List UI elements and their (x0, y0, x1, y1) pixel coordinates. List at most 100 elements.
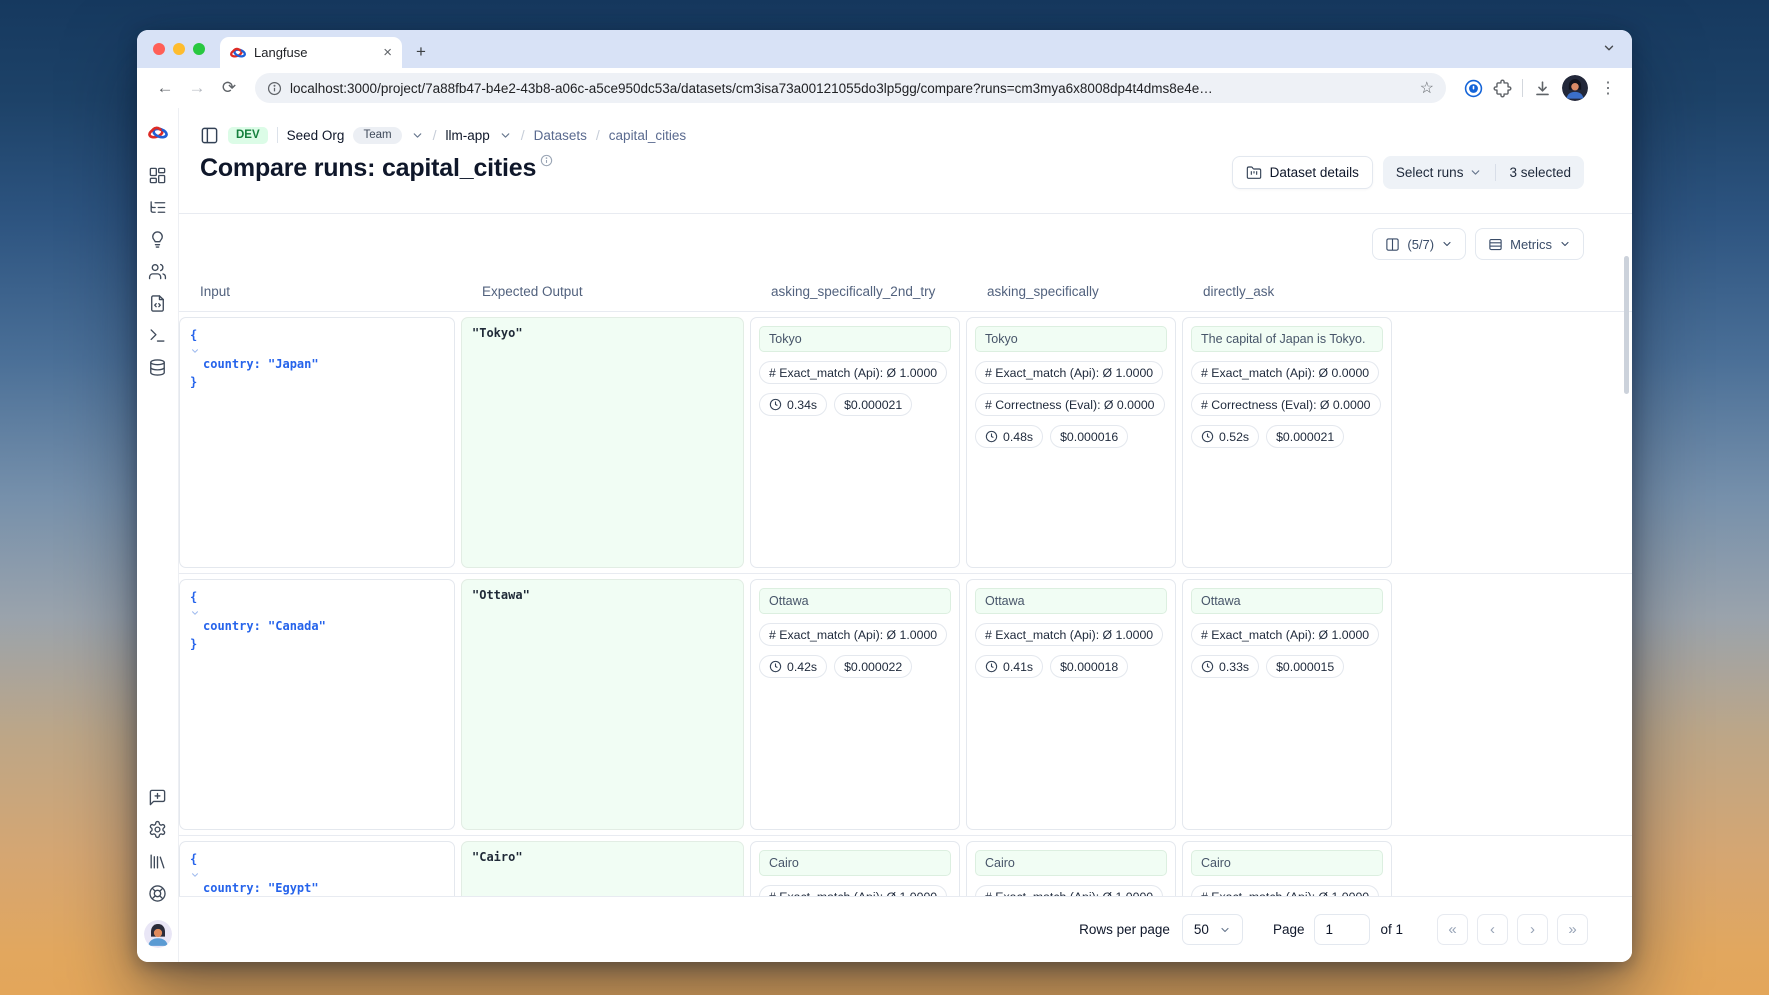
sidebar-item-settings[interactable] (145, 816, 171, 842)
folder-icon (1246, 165, 1262, 181)
column-header-input: Input (200, 284, 476, 299)
breadcrumb-org[interactable]: Seed Org (287, 128, 345, 143)
bookmark-star-icon[interactable]: ☆ (1420, 78, 1434, 98)
sidebar-item-support[interactable] (145, 880, 171, 906)
sidebar-item-feedback[interactable] (145, 784, 171, 810)
latency-badge: 0.41s (975, 655, 1043, 678)
score-badge: # Correctness (Eval): Ø 0.0000 (975, 393, 1165, 416)
table-row: { country: "Canada" } "Ottawa" Ottawa # … (179, 574, 1632, 836)
back-icon[interactable]: ← (151, 74, 179, 102)
run-cell[interactable]: Tokyo # Exact_match (Api): Ø 1.0000 # Co… (966, 317, 1176, 568)
sidebar-item-dashboard[interactable] (145, 162, 171, 188)
reload-icon[interactable]: ⟳ (215, 74, 243, 102)
prev-page-button[interactable]: ‹ (1477, 914, 1508, 945)
header-actions: Dataset details Select runs (1232, 156, 1584, 189)
breadcrumb-project[interactable]: llm-app (445, 128, 489, 143)
forward-icon[interactable]: → (183, 74, 211, 102)
select-runs-chevron-icon (1469, 166, 1482, 179)
cost-badge: $0.000015 (1266, 655, 1344, 678)
langfuse-logo-icon[interactable] (145, 120, 171, 146)
run-output: Cairo (1191, 850, 1383, 876)
score-badge: # Exact_match (Api): Ø 1.0000 (975, 623, 1163, 646)
last-page-button[interactable]: » (1557, 914, 1588, 945)
column-header-run-2: asking_specifically (987, 284, 1197, 299)
org-chevron-down-icon[interactable] (411, 129, 424, 142)
sidebar-item-tracing[interactable] (145, 194, 171, 220)
tab-close-icon[interactable]: × (383, 45, 392, 60)
breadcrumb-dataset-link[interactable]: capital_cities (609, 128, 686, 143)
sidebar-toggle-icon[interactable] (200, 126, 219, 145)
run-output: Tokyo (975, 326, 1167, 352)
sidebar-item-playground[interactable] (145, 322, 171, 348)
table-row: { country: "Japan" } "Tokyo" Tokyo # Exa… (179, 312, 1632, 574)
input-cell: { country: "Canada" } (179, 579, 455, 830)
downloads-icon[interactable] (1533, 79, 1552, 98)
run-output: Tokyo (759, 326, 951, 352)
selected-count-badge: 3 selected (1496, 165, 1584, 180)
tab-search-chevron-icon[interactable] (1602, 41, 1616, 55)
latency-badge: 0.52s (1191, 425, 1259, 448)
minimize-window-button[interactable] (173, 43, 185, 55)
run-output: Cairo (759, 850, 951, 876)
breadcrumb: DEV Seed Org Team / llm-app / Dat (200, 122, 1584, 148)
browser-profile-avatar[interactable] (1562, 75, 1588, 101)
run-cell[interactable]: The capital of Japan is Tokyo. # Exact_m… (1182, 317, 1392, 568)
breadcrumb-datasets-link[interactable]: Datasets (534, 128, 587, 143)
url-text: localhost:3000/project/7a88fb47-b4e2-43b… (290, 81, 1412, 96)
latency-badge: 0.34s (759, 393, 827, 416)
sidebar-item-library[interactable] (145, 848, 171, 874)
site-info-icon[interactable] (267, 81, 282, 96)
langfuse-favicon-icon (230, 45, 246, 61)
page-number-input[interactable] (1314, 914, 1370, 945)
extensions-puzzle-icon[interactable] (1493, 79, 1512, 98)
sidebar-item-datasets[interactable] (145, 354, 171, 380)
sidebar-item-prompts[interactable] (145, 290, 171, 316)
sidebar-item-users[interactable] (145, 258, 171, 284)
user-avatar[interactable] (144, 920, 172, 948)
page-title: Compare runs: capital_cities (200, 154, 553, 183)
select-chevron-down-icon (1219, 924, 1231, 936)
select-runs-button[interactable]: Select runs 3 selected (1383, 156, 1584, 189)
input-cell: { country: "Japan" } (179, 317, 455, 568)
select-runs-label: Select runs (1396, 165, 1464, 180)
title-info-icon[interactable] (540, 154, 553, 167)
rows-per-page-select[interactable]: 50 (1182, 914, 1243, 945)
json-collapse-icon[interactable] (190, 346, 444, 356)
next-page-button[interactable]: › (1517, 914, 1548, 945)
app-scrollbar[interactable] (1624, 256, 1629, 394)
password-manager-icon[interactable] (1464, 79, 1483, 98)
maximize-window-button[interactable] (193, 43, 205, 55)
project-chevron-down-icon[interactable] (499, 129, 512, 142)
page-label: Page (1273, 922, 1305, 937)
expected-output-cell: "Cairo" (461, 841, 744, 896)
select-runs-trigger[interactable]: Select runs (1383, 165, 1496, 180)
json-collapse-icon[interactable] (190, 608, 444, 618)
column-header-run-1: asking_specifically_2nd_try (771, 284, 981, 299)
run-cell[interactable]: Ottawa # Exact_match (Api): Ø 1.0000 0.4… (750, 579, 960, 830)
run-cell[interactable]: Cairo # Exact_match (Api): Ø 1.0000 (1182, 841, 1392, 896)
url-bar[interactable]: localhost:3000/project/7a88fb47-b4e2-43b… (255, 73, 1446, 103)
run-cell[interactable]: Cairo # Exact_match (Api): Ø 1.0000 (750, 841, 960, 896)
expected-output-cell: "Ottawa" (461, 579, 744, 830)
run-cell[interactable]: Ottawa # Exact_match (Api): Ø 1.0000 0.4… (966, 579, 1176, 830)
table-row: { country: "Egypt" } "Cairo" Cairo # Exa… (179, 836, 1632, 896)
env-badge: DEV (228, 127, 268, 144)
browser-menu-icon[interactable]: ⋮ (1598, 78, 1618, 98)
first-page-button[interactable]: « (1437, 914, 1468, 945)
column-visibility-button[interactable]: (5/7) (1372, 228, 1466, 260)
json-collapse-icon[interactable] (190, 870, 444, 880)
browser-tabstrip: Langfuse × + (137, 30, 1632, 68)
sidebar-item-sessions[interactable] (145, 226, 171, 252)
close-window-button[interactable] (153, 43, 165, 55)
browser-window: Langfuse × + ← → ⟳ localhost:3000/projec… (137, 30, 1632, 962)
metrics-button[interactable]: Metrics (1475, 228, 1584, 260)
run-cell[interactable]: Cairo # Exact_match (Api): Ø 1.0000 (966, 841, 1176, 896)
run-cell[interactable]: Tokyo # Exact_match (Api): Ø 1.0000 0.34… (750, 317, 960, 568)
score-badge: # Exact_match (Api): Ø 1.0000 (975, 885, 1163, 896)
browser-tab-langfuse[interactable]: Langfuse × (220, 37, 402, 68)
score-badge: # Exact_match (Api): Ø 1.0000 (975, 361, 1163, 384)
run-cell[interactable]: Ottawa # Exact_match (Api): Ø 1.0000 0.3… (1182, 579, 1392, 830)
new-tab-button[interactable]: + (408, 39, 434, 65)
dataset-details-button[interactable]: Dataset details (1232, 156, 1373, 189)
table-header-row: Input Expected Output asking_specificall… (179, 272, 1632, 312)
